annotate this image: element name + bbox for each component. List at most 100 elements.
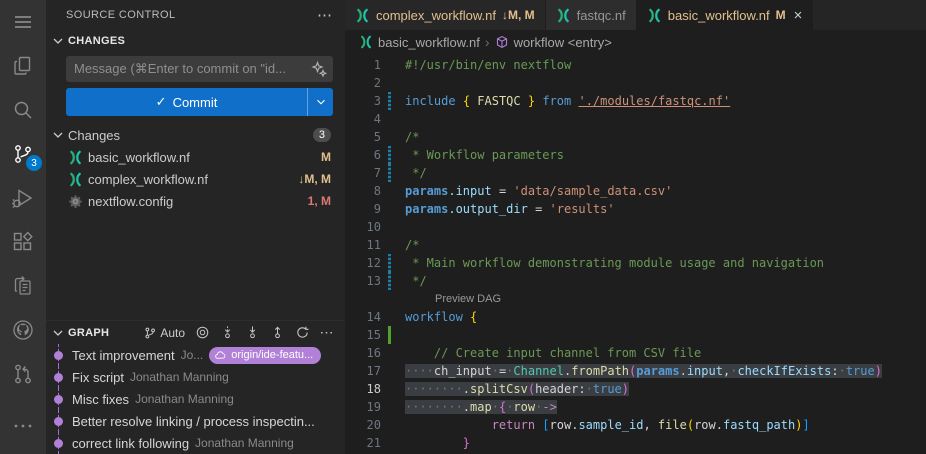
- commit-row[interactable]: Fix scriptJonathan Manning: [46, 366, 345, 388]
- line-number: 19: [345, 400, 381, 414]
- sidebar-more-icon[interactable]: ⋯: [317, 6, 333, 24]
- code-line-14: 14workflow {: [345, 308, 926, 326]
- commit-author: Jo...: [181, 348, 204, 362]
- git-status-label: ↓M, M: [298, 172, 331, 186]
- gutter: [381, 74, 395, 92]
- gutter-modified-icon: [381, 164, 395, 182]
- code-line-21: 21 }: [345, 434, 926, 452]
- code-line-16: 16 // Create input channel from CSV file: [345, 344, 926, 362]
- graph-section-header[interactable]: GRAPH Auto ⋯: [46, 320, 345, 344]
- code-line-2: 2: [345, 74, 926, 92]
- commit-message-input[interactable]: Message (⌘Enter to commit on "id...: [66, 56, 333, 82]
- menu-icon: [11, 10, 35, 34]
- code-line-5: 5 /*: [345, 128, 926, 146]
- graph-rail: [46, 410, 72, 432]
- graph-rail: [46, 432, 72, 454]
- line-number: 21: [345, 436, 381, 450]
- tab-fastqc.nf[interactable]: fastqc.nf: [546, 0, 637, 30]
- code-line-15: 15: [345, 326, 926, 344]
- line-number: 8: [345, 184, 381, 198]
- commit-title: Misc fixes: [72, 392, 129, 407]
- breadcrumb-item[interactable]: workflow <entry>: [495, 35, 612, 50]
- code-text: ····ch_input·=·Channel.fromPath(params.i…: [395, 364, 882, 378]
- code-text: * Main workflow demonstrating module usa…: [395, 256, 824, 270]
- close-icon[interactable]: ×: [794, 8, 803, 23]
- target-icon[interactable]: [194, 325, 210, 341]
- commit-button[interactable]: ✓ Commit: [66, 88, 333, 116]
- file-name: basic_workflow.nf: [88, 150, 316, 165]
- activity-item-extensions[interactable]: [0, 220, 46, 264]
- ellipsis-icon: [11, 414, 35, 438]
- gutter: [381, 56, 395, 74]
- gutter: [381, 128, 395, 146]
- line-number: 3: [345, 94, 381, 108]
- editor-group: complex_workflow.nf↓M, Mfastqc.nfbasic_w…: [345, 0, 926, 454]
- activity-item-explorer[interactable]: [0, 44, 46, 88]
- gutter-added-icon: [381, 326, 395, 344]
- activity-bar: 3: [0, 0, 46, 454]
- nextflow-icon: [68, 172, 83, 187]
- changes-tree-header[interactable]: Changes 3: [46, 124, 345, 146]
- github-icon: [11, 318, 35, 342]
- activity-item-github[interactable]: [0, 308, 46, 352]
- refresh-icon[interactable]: [294, 325, 310, 341]
- symbol-cube-icon: [495, 35, 509, 49]
- line-number: 5: [345, 130, 381, 144]
- source-control-sidebar: SOURCE CONTROL ⋯ CHANGES Message (⌘Enter…: [46, 0, 345, 454]
- commit-row[interactable]: correct link followingJonathan Manning: [46, 432, 345, 454]
- push-icon[interactable]: [269, 325, 285, 341]
- branch-badge[interactable]: origin/ide-featu...: [209, 347, 321, 364]
- breadcrumb-item[interactable]: basic_workflow.nf: [359, 35, 480, 50]
- commit-title: Text improvement: [72, 348, 175, 363]
- tab-basic_workflow.nf[interactable]: basic_workflow.nfM×: [637, 0, 814, 30]
- commit-title: Fix script: [72, 370, 124, 385]
- code-line-9: 9params.output_dir = 'results': [345, 200, 926, 218]
- graph-auto-toggle[interactable]: Auto: [143, 326, 185, 340]
- activity-item-search[interactable]: [0, 88, 46, 132]
- code-text: * Workflow parameters: [395, 148, 564, 162]
- activity-item-pull-request[interactable]: [0, 352, 46, 396]
- tab-complex_workflow.nf[interactable]: complex_workflow.nf↓M, M: [345, 0, 546, 30]
- activity-item-document-sync[interactable]: [0, 264, 46, 308]
- file-row-nextflow.config[interactable]: nextflow.config1, M: [46, 190, 345, 212]
- code-text: /*: [395, 130, 419, 144]
- file-row-basic_workflow.nf[interactable]: basic_workflow.nfM: [46, 146, 345, 168]
- sparkle-icon[interactable]: [311, 61, 327, 77]
- line-number: 1: [345, 58, 381, 72]
- graph-toolbar: Auto ⋯: [143, 325, 335, 341]
- code-line-19: 19········.map·{·row·->: [345, 398, 926, 416]
- file-row-complex_workflow.nf[interactable]: complex_workflow.nf↓M, M: [46, 168, 345, 190]
- activity-item-run-debug[interactable]: [0, 176, 46, 220]
- commit-row[interactable]: Better resolve linking / process inspect…: [46, 410, 345, 432]
- gutter-modified-icon: [381, 146, 395, 164]
- nextflow-icon: [647, 8, 662, 23]
- code-line-6: 6 * Workflow parameters: [345, 146, 926, 164]
- line-number: 4: [345, 112, 381, 126]
- changes-section-header[interactable]: CHANGES: [46, 30, 345, 52]
- activity-item-menu[interactable]: [0, 0, 46, 44]
- line-number: 14: [345, 310, 381, 324]
- code-text: // Create input channel from CSV file: [395, 346, 701, 360]
- search-icon: [11, 98, 35, 122]
- code-editor[interactable]: 1#!/usr/bin/env nextflow23include { FAST…: [345, 54, 926, 454]
- activity-item-source-control[interactable]: 3: [0, 132, 46, 176]
- line-number: 11: [345, 238, 381, 252]
- code-line-12: 12 * Main workflow demonstrating module …: [345, 254, 926, 272]
- commit-dropdown-button[interactable]: [307, 88, 333, 116]
- pull-icon[interactable]: [244, 325, 260, 341]
- line-number: 15: [345, 328, 381, 342]
- check-icon: ✓: [156, 94, 167, 110]
- line-number: 6: [345, 148, 381, 162]
- codelens-preview-dag[interactable]: Preview DAG: [345, 290, 926, 308]
- graph-more-icon[interactable]: ⋯: [319, 325, 335, 341]
- branch-badge-label: origin/ide-featu...: [231, 349, 313, 361]
- gutter: [381, 236, 395, 254]
- fetch-icon[interactable]: [219, 325, 235, 341]
- debug-icon: [11, 186, 35, 210]
- commit-row[interactable]: Misc fixes Jonathan Manning: [46, 388, 345, 410]
- commit-row[interactable]: Text improvement Jo... origin/ide-featu...: [46, 344, 345, 366]
- activity-item-more[interactable]: [0, 404, 46, 448]
- commit-author: Jonathan Manning: [135, 392, 234, 406]
- commit-dot-icon: [54, 417, 63, 426]
- code-text: include { FASTQC } from './modules/fastq…: [395, 94, 730, 108]
